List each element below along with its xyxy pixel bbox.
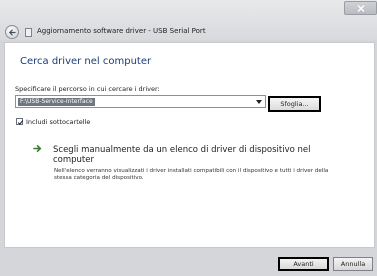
include-subfolders-checkbox[interactable]: [16, 118, 24, 126]
driver-update-wizard-window: Aggiornamento software driver - USB Seri…: [0, 0, 377, 276]
browse-button[interactable]: Sfoglia...: [268, 96, 321, 112]
window-title: Aggiornamento software driver - USB Seri…: [37, 27, 206, 35]
page-title: Cerca driver nel computer: [20, 56, 152, 67]
wizard-content: Cerca driver nel computer Specificare il…: [4, 42, 375, 248]
next-button[interactable]: Avanti: [278, 257, 329, 271]
driver-path-combobox[interactable]: F:\USB-Service-Interface: [15, 95, 266, 108]
back-button[interactable]: [5, 25, 19, 39]
device-icon: [25, 28, 32, 37]
close-button[interactable]: [344, 1, 377, 15]
driver-path-value[interactable]: F:\USB-Service-Interface: [18, 98, 95, 106]
cancel-button[interactable]: Annulla: [333, 257, 373, 271]
manual-driver-option-description: Nell'elenco verranno visualizzati i driv…: [54, 168, 329, 181]
chevron-down-icon[interactable]: [256, 100, 262, 104]
path-label: Specificare il percorso in cui cercare i…: [15, 85, 160, 93]
back-arrow-icon: [8, 29, 16, 36]
close-icon: [357, 5, 365, 12]
green-arrow-icon[interactable]: [33, 144, 42, 153]
title-bar: Aggiornamento software driver - USB Seri…: [0, 0, 377, 40]
checkmark-icon: [17, 120, 24, 126]
include-subfolders-label[interactable]: Includi sottocartelle: [26, 118, 90, 126]
manual-driver-option-link[interactable]: Scegli manualmente da un elenco di drive…: [53, 145, 323, 165]
